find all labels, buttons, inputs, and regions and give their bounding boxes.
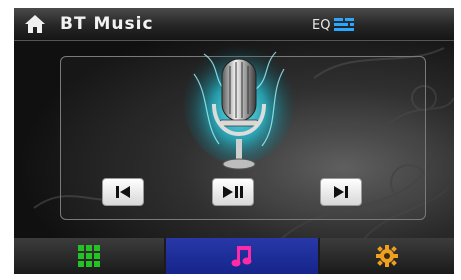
eq-label: EQ <box>312 17 331 33</box>
play-pause-icon <box>223 186 243 198</box>
skip-next-icon <box>334 186 348 198</box>
eq-button[interactable]: EQ <box>312 15 355 35</box>
page-title: BT Music <box>60 14 154 34</box>
gear-icon <box>376 245 398 267</box>
microphone-art <box>184 44 294 170</box>
tab-settings[interactable] <box>320 238 454 274</box>
equalizer-icon <box>334 18 355 31</box>
bt-music-screen: BT Music EQ <box>14 8 454 274</box>
music-note-icon <box>231 246 252 267</box>
previous-track-button[interactable] <box>102 178 144 206</box>
skip-previous-icon <box>116 186 130 198</box>
next-track-button[interactable] <box>320 178 362 206</box>
bottom-nav <box>14 238 454 274</box>
grid-icon <box>78 245 100 267</box>
home-icon[interactable] <box>24 14 46 34</box>
tab-music[interactable] <box>166 238 318 274</box>
tab-apps[interactable] <box>14 238 164 274</box>
play-pause-button[interactable] <box>212 178 254 206</box>
